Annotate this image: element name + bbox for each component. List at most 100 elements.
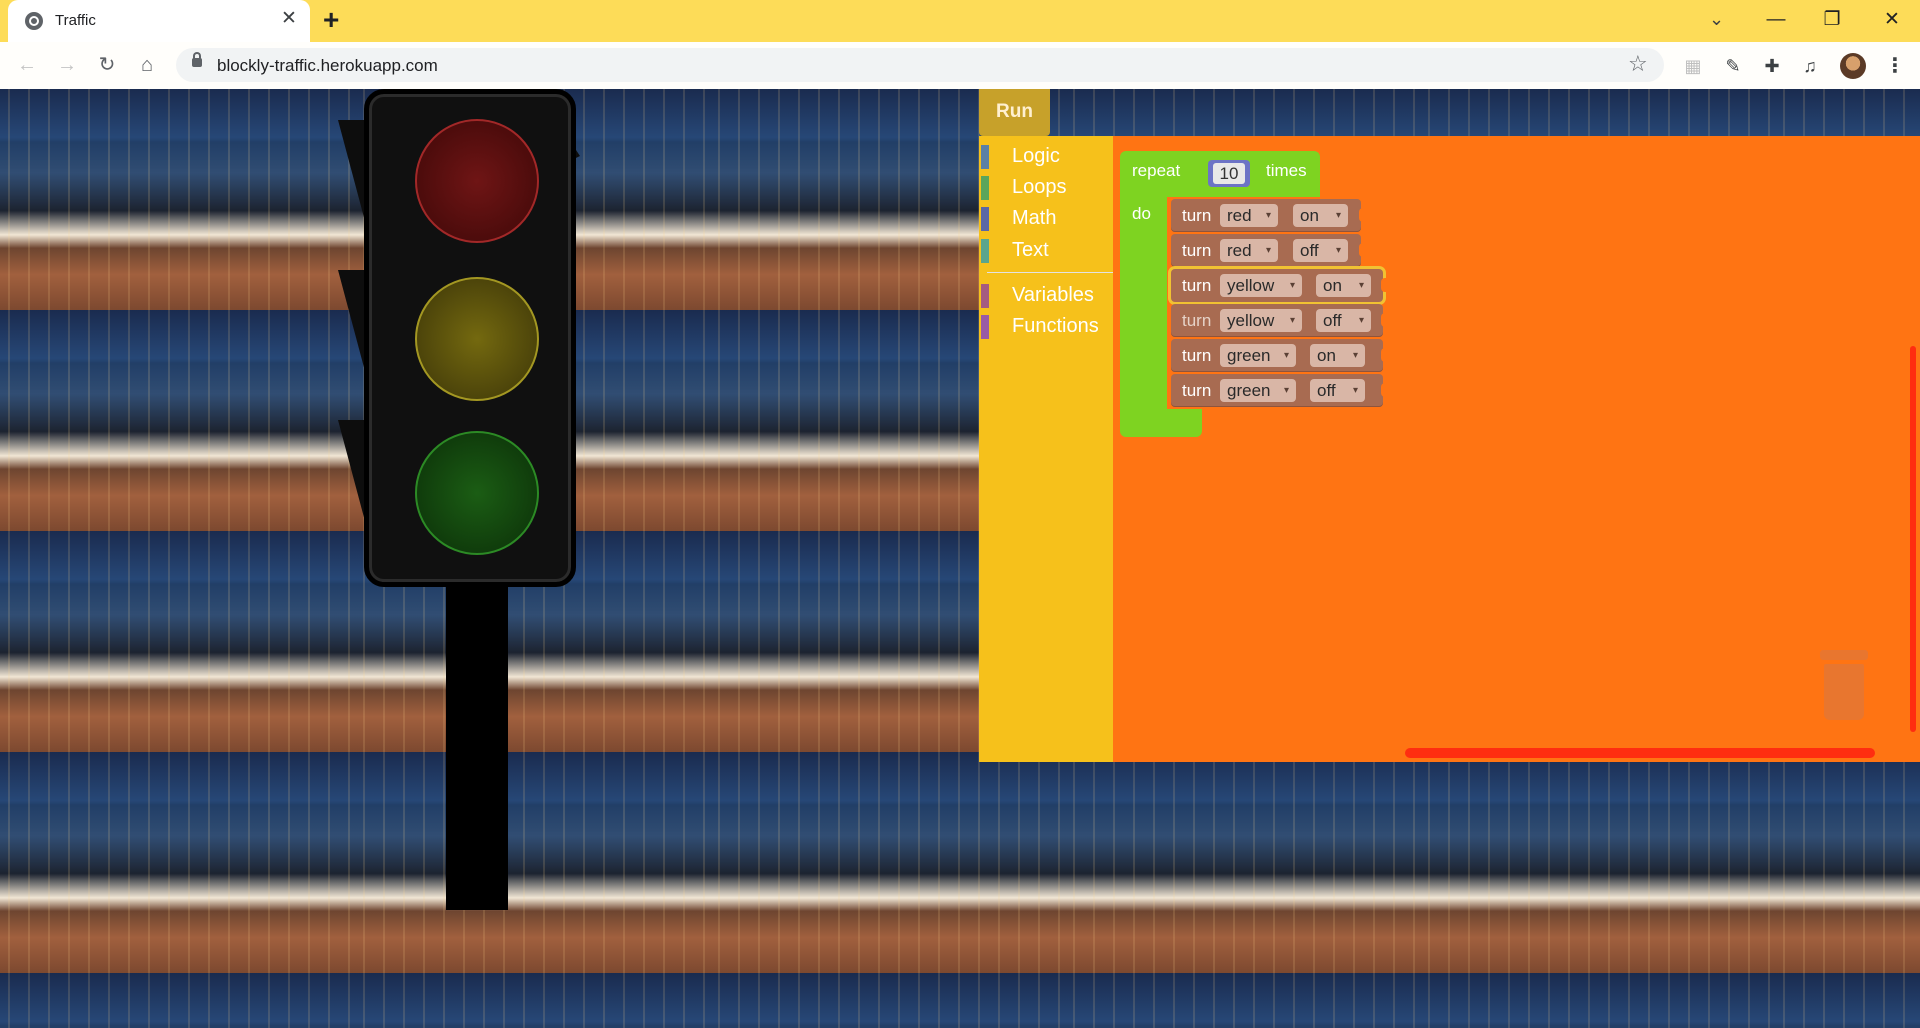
- turn-light-block[interactable]: turn red ▾ on ▾: [1171, 199, 1367, 232]
- avatar[interactable]: [1840, 53, 1866, 79]
- turn-light-block[interactable]: turn yellow ▾ on ▾: [1171, 269, 1389, 302]
- light-value: green: [1227, 381, 1271, 400]
- toolbox-category-variables[interactable]: Variables: [979, 281, 1113, 309]
- repeat-block[interactable]: repeat 10 times do turn red ▾ on ▾ turn re…: [1120, 151, 1389, 441]
- block-connector: [1381, 383, 1389, 397]
- toolbox-category-functions[interactable]: Functions: [979, 312, 1113, 340]
- do-label: do: [1132, 204, 1151, 223]
- state-dropdown[interactable]: off ▾: [1310, 379, 1365, 402]
- turn-light-block[interactable]: turn green ▾ off ▾: [1171, 374, 1389, 407]
- state-value: off: [1300, 241, 1319, 260]
- turn-light-block[interactable]: turn yellow ▾ off ▾: [1171, 304, 1389, 337]
- run-button[interactable]: Run: [979, 89, 1050, 136]
- blockly-workspace[interactable]: repeat 10 times do turn red ▾ on ▾ turn re…: [1113, 136, 1920, 762]
- state-dropdown[interactable]: on ▾: [1316, 274, 1371, 297]
- toolbox-category-loops[interactable]: Loops: [979, 173, 1113, 201]
- turn-label: turn: [1182, 276, 1212, 295]
- puzzle-icon[interactable]: ✚: [1759, 53, 1785, 79]
- close-tab-icon[interactable]: ✕: [281, 9, 297, 28]
- dropdown-arrow-icon: ▾: [1265, 210, 1271, 221]
- trash-can: [1824, 664, 1864, 720]
- browser-tab[interactable]: Traffic ✕: [8, 0, 310, 42]
- category-color-bar: [981, 176, 989, 200]
- category-color-bar: [981, 145, 989, 169]
- light-dropdown[interactable]: green ▾: [1220, 344, 1296, 367]
- lock-icon[interactable]: [192, 52, 202, 67]
- browser-titlebar: Traffic ✕ + ⌄ — ❐ ✕: [0, 0, 1920, 42]
- edit-icon[interactable]: ✎: [1720, 53, 1746, 79]
- light-dropdown[interactable]: green ▾: [1220, 379, 1296, 402]
- reload-icon[interactable]: ↻: [92, 50, 122, 80]
- trash-icon[interactable]: [1820, 650, 1868, 720]
- state-dropdown[interactable]: on ▾: [1310, 344, 1365, 367]
- category-label: Functions: [1012, 315, 1099, 337]
- tab-title: Traffic: [55, 12, 96, 29]
- light-dropdown[interactable]: red ▾: [1220, 239, 1278, 262]
- media-icon[interactable]: ♫: [1797, 53, 1823, 79]
- light-value: green: [1227, 346, 1271, 365]
- close-window-button[interactable]: ✕: [1872, 6, 1912, 34]
- category-label: Loops: [1012, 176, 1067, 198]
- block-connector: [1359, 208, 1367, 222]
- green-lamp: [415, 431, 539, 555]
- category-color-bar: [981, 239, 989, 263]
- repeat-count-block[interactable]: 10: [1208, 160, 1250, 187]
- red-lamp: [415, 119, 539, 243]
- tab-search-icon[interactable]: ⌄: [1709, 9, 1724, 30]
- browser-toolbar: ← → ↻ ⌂ blockly-traffic.herokuapp.com ☆ …: [0, 42, 1920, 90]
- state-value: off: [1323, 311, 1342, 330]
- state-value: on: [1317, 346, 1336, 365]
- extension-icon[interactable]: ▦: [1680, 53, 1706, 79]
- light-value: red: [1227, 241, 1252, 260]
- light-value: red: [1227, 206, 1252, 225]
- state-dropdown[interactable]: off ▾: [1293, 239, 1348, 262]
- globe-icon: [25, 12, 43, 30]
- forward-icon[interactable]: →: [52, 50, 82, 80]
- turn-label: turn: [1182, 206, 1212, 225]
- light-value: yellow: [1227, 311, 1275, 330]
- dropdown-arrow-icon: ▾: [1335, 210, 1341, 221]
- light-dropdown[interactable]: yellow ▾: [1220, 274, 1302, 297]
- light-dropdown[interactable]: yellow ▾: [1220, 309, 1302, 332]
- dropdown-arrow-icon: ▾: [1283, 385, 1289, 396]
- repeat-count-field[interactable]: 10: [1213, 163, 1245, 184]
- times-label: times: [1266, 161, 1307, 180]
- turn-label: turn: [1182, 381, 1212, 400]
- state-dropdown[interactable]: off ▾: [1316, 309, 1371, 332]
- kebab-menu-icon[interactable]: ⋮: [1885, 53, 1905, 78]
- dropdown-arrow-icon: ▾: [1289, 315, 1295, 326]
- category-color-bar: [981, 284, 989, 308]
- turn-light-block[interactable]: turn green ▾ on ▾: [1171, 339, 1389, 372]
- repeat-label: repeat: [1132, 161, 1181, 180]
- state-value: off: [1317, 381, 1336, 400]
- toolbox-separator: [987, 272, 1113, 273]
- toolbox-category-math[interactable]: Math: [979, 204, 1113, 232]
- dropdown-arrow-icon: ▾: [1283, 350, 1289, 361]
- yellow-lamp: [415, 277, 539, 401]
- horizontal-scrollbar[interactable]: [1405, 748, 1875, 758]
- home-icon[interactable]: ⌂: [132, 50, 162, 80]
- back-icon[interactable]: ←: [12, 50, 42, 80]
- dropdown-arrow-icon: ▾: [1265, 245, 1271, 256]
- toolbox: Logic Loops Math Text Variables Function…: [979, 136, 1113, 762]
- state-value: on: [1300, 206, 1319, 225]
- new-tab-button[interactable]: +: [323, 6, 339, 34]
- light-dropdown[interactable]: red ▾: [1220, 204, 1278, 227]
- star-icon[interactable]: ☆: [1628, 51, 1648, 77]
- turn-light-block[interactable]: turn red ▾ off ▾: [1171, 234, 1367, 267]
- toolbox-category-logic[interactable]: Logic: [979, 142, 1113, 170]
- dropdown-arrow-icon: ▾: [1352, 385, 1358, 396]
- minimize-button[interactable]: —: [1756, 6, 1796, 34]
- vertical-scrollbar[interactable]: [1910, 346, 1916, 732]
- toolbox-category-text[interactable]: Text: [979, 236, 1113, 264]
- category-label: Logic: [1012, 145, 1060, 167]
- address-bar[interactable]: blockly-traffic.herokuapp.com ☆: [176, 48, 1664, 82]
- url-text[interactable]: blockly-traffic.herokuapp.com: [217, 56, 438, 76]
- dropdown-arrow-icon: ▾: [1358, 315, 1364, 326]
- restore-button[interactable]: ❐: [1812, 6, 1852, 34]
- state-dropdown[interactable]: on ▾: [1293, 204, 1348, 227]
- light-value: yellow: [1227, 276, 1275, 295]
- category-label: Text: [1012, 239, 1049, 261]
- block-connector: [1359, 243, 1367, 257]
- dropdown-arrow-icon: ▾: [1358, 280, 1364, 291]
